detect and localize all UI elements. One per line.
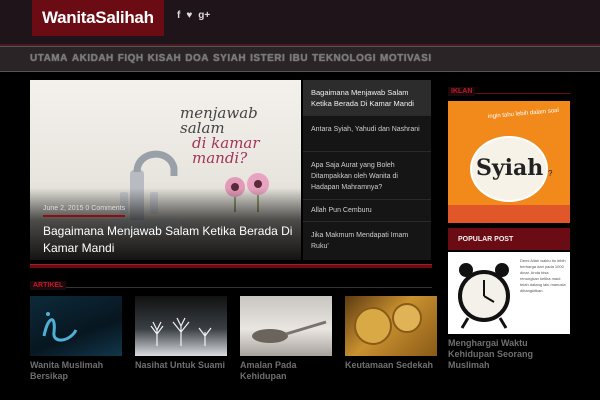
nav-item-teknologi[interactable]: TEKNOLOGI: [312, 53, 376, 64]
ad-subtitle: ingin tahu lebih dalam soal: [487, 107, 560, 121]
ad-question-mark: ?: [548, 169, 553, 178]
post-thumbnail-title[interactable]: Keutamaan Sedekah: [345, 360, 437, 371]
post-thumbnail[interactable]: [30, 296, 122, 356]
featured-post[interactable]: menjawab salam di kamar mandi? June 2, 2…: [30, 80, 301, 260]
calligraphy-icon: [42, 312, 78, 342]
google-plus-icon[interactable]: g+: [198, 10, 210, 21]
spoon-icon: [252, 320, 327, 343]
featured-list-item[interactable]: Apa Saja Aurat yang Boleh Ditampakkan ol…: [303, 152, 431, 200]
popular-post-title[interactable]: Menghargai Waktu Kehidupan Seorang Musli…: [448, 338, 570, 371]
featured-image-text-1: menjawab salam: [180, 104, 258, 137]
ad-header: IKLAN: [448, 80, 570, 96]
nav-item-kisah[interactable]: KISAH: [148, 53, 182, 64]
post-thumbnail[interactable]: [345, 296, 437, 356]
popular-post-quote: Demi Allah waktu itu lebih berharga dari…: [520, 258, 566, 293]
post-thumbnail-title[interactable]: Amalan Pada Kehidupan: [240, 360, 332, 382]
popular-post-header: POPULAR POST: [448, 228, 570, 250]
featured-title[interactable]: Bagaimana Menjawab Salam Ketika Berada D…: [43, 223, 293, 257]
ad-banner[interactable]: ingin tahu lebih dalam soal Syiah ?: [448, 101, 570, 223]
site-logo[interactable]: WanitaSalihah: [32, 0, 164, 36]
section-divider: [30, 264, 432, 268]
nav-item-akidah[interactable]: AKIDAH: [72, 53, 114, 64]
nav-item-utama[interactable]: UTAMA: [30, 53, 68, 64]
nav-item-fiqh[interactable]: FIQH: [118, 53, 144, 64]
featured-list-item[interactable]: Jika Makmum Mendapati Imam Ruku': [303, 222, 431, 260]
alarm-clock-icon: [458, 263, 510, 329]
ad-bottom-band: [448, 205, 570, 223]
featured-list: Bagaimana Menjawab Salam Ketika Berada D…: [303, 80, 431, 260]
nav-item-motivasi[interactable]: MOTIVASI: [380, 53, 432, 64]
featured-list-item[interactable]: Allah Pun Cemburu: [303, 200, 431, 222]
post-thumbnail[interactable]: [135, 296, 227, 356]
popular-post-image[interactable]: Demi Allah waktu itu lebih berharga dari…: [448, 252, 570, 334]
nav-item-syiah[interactable]: SYIAH: [213, 53, 246, 64]
post-thumbnail[interactable]: [240, 296, 332, 356]
trees-icon: [150, 317, 212, 346]
ad-title: Syiah: [476, 155, 544, 181]
featured-list-item[interactable]: Antara Syiah, Yahudi dan Nashrani: [303, 116, 431, 152]
featured-meta: June 2, 2015 0 Comments: [43, 205, 126, 217]
facebook-icon[interactable]: f: [177, 10, 180, 21]
coins-icon: [354, 303, 422, 345]
section-title: ARTIKEL: [30, 281, 67, 290]
post-thumbnail-title[interactable]: Wanita Muslimah Bersikap: [30, 360, 122, 382]
featured-list-item[interactable]: Bagaimana Menjawab Salam Ketika Berada D…: [303, 80, 431, 116]
section-header: ARTIKEL: [30, 274, 432, 290]
nav-item-doa[interactable]: DOA: [185, 53, 209, 64]
nav-item-ibu[interactable]: IBU: [289, 53, 308, 64]
social-links: f ♥ g+: [177, 10, 210, 21]
main-nav: UTAMA AKIDAH FIQH KISAH DOA SYIAH ISTERI…: [0, 46, 600, 72]
site-logo-text: WanitaSalihah: [42, 8, 154, 27]
nav-item-isteri[interactable]: ISTERI: [250, 53, 285, 64]
post-thumbnail-title[interactable]: Nasihat Untuk Suami: [135, 360, 227, 371]
ad-header-label: IKLAN: [448, 87, 476, 96]
top-header: WanitaSalihah f ♥ g+: [0, 0, 600, 46]
popular-post-label: POPULAR POST: [458, 235, 514, 243]
twitter-icon[interactable]: ♥: [186, 10, 192, 21]
